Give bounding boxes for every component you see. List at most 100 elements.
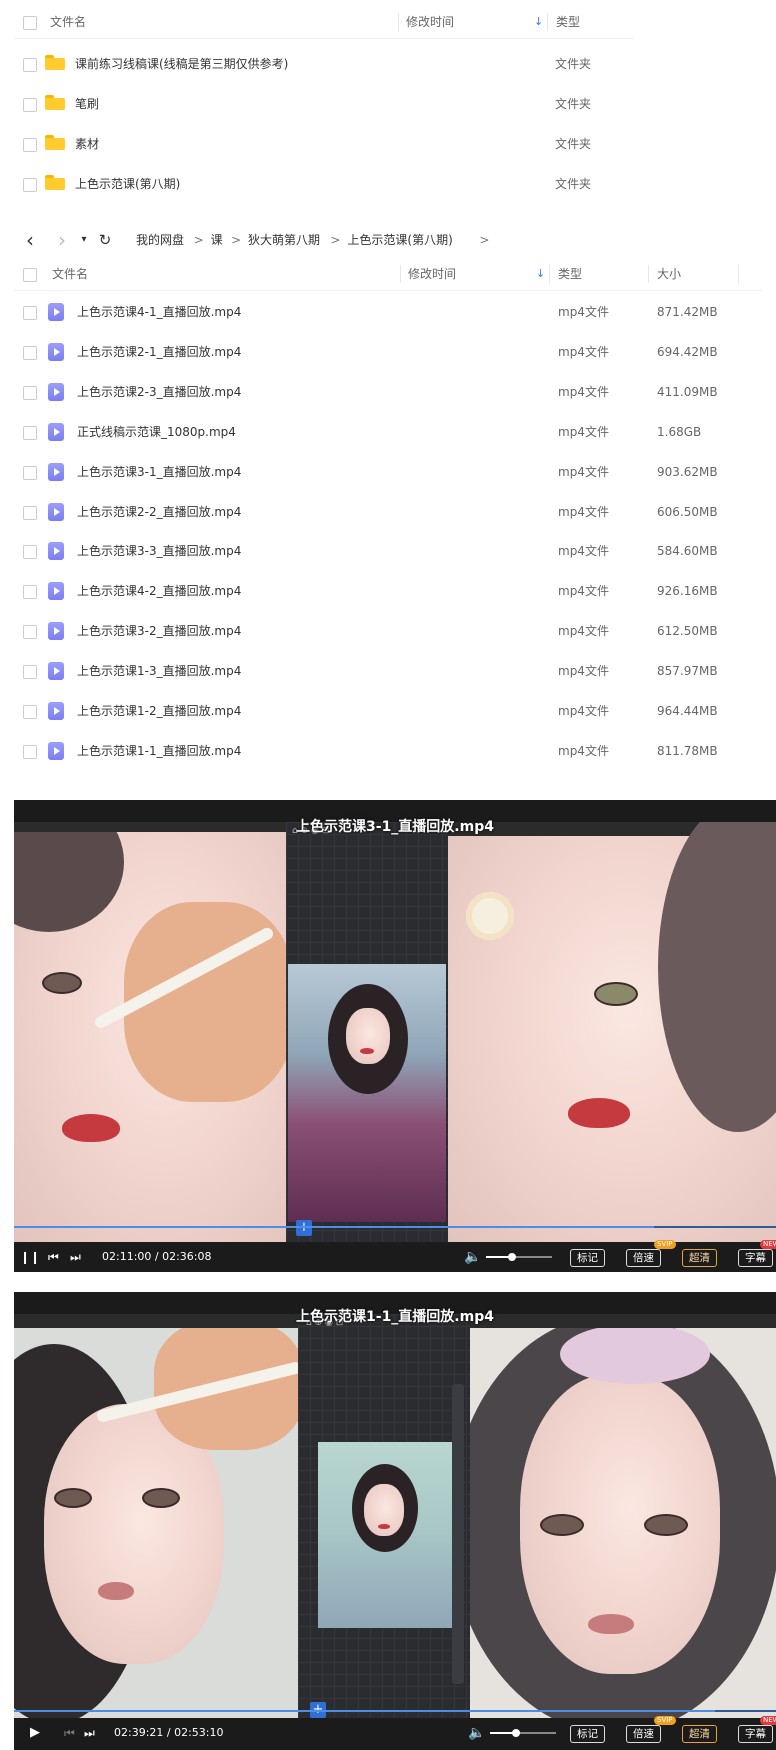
table-row[interactable]: 上色示范课2-1_直播回放.mp4 mp4文件 694.42MB <box>14 332 762 372</box>
sort-desc-icon[interactable]: ↓ <box>534 6 543 38</box>
table-row[interactable]: 正式线稿示范课_1080p.mp4 mp4文件 1.68GB <box>14 412 762 452</box>
file-name[interactable]: 上色示范课3-2_直播回放.mp4 <box>77 611 241 651</box>
next-button[interactable]: ⏭ <box>70 1242 81 1272</box>
file-name[interactable]: 上色示范课1-1_直播回放.mp4 <box>77 731 241 771</box>
file-name[interactable]: 上色示范课2-1_直播回放.mp4 <box>77 332 241 372</box>
speed-button[interactable]: 倍速 <box>626 1725 661 1743</box>
row-checkbox[interactable] <box>23 58 37 72</box>
next-button[interactable]: ⏭ <box>84 1718 95 1748</box>
column-size-header[interactable]: 大小 <box>657 258 681 290</box>
row-checkbox[interactable] <box>23 138 37 152</box>
breadcrumb-separator: > <box>231 233 242 247</box>
file-name[interactable]: 上色示范课(第八期) <box>75 164 180 204</box>
column-modified-header[interactable]: 修改时间 <box>406 6 454 38</box>
file-name[interactable]: 课前练习线稿课(线稿是第三期仅供参考) <box>75 44 288 84</box>
breadcrumb-item[interactable]: 我的网盘 <box>136 225 184 255</box>
table-row[interactable]: 上色示范课1-3_直播回放.mp4 mp4文件 857.97MB <box>14 651 762 691</box>
table-row[interactable]: 上色示范课4-1_直播回放.mp4 mp4文件 871.42MB <box>14 292 762 332</box>
volume-knob[interactable] <box>512 1729 521 1737</box>
row-checkbox[interactable] <box>23 625 37 640</box>
table-row[interactable]: 上色示范课2-2_直播回放.mp4 mp4文件 606.50MB <box>14 492 762 532</box>
new-badge: NEW <box>760 1716 776 1725</box>
reference-photo <box>288 964 446 1222</box>
table-row[interactable]: 上色示范课3-3_直播回放.mp4 mp4文件 584.60MB <box>14 531 762 571</box>
pause-button[interactable]: ❙❙ <box>20 1242 40 1272</box>
play-button[interactable]: ▶ <box>30 1718 40 1748</box>
row-checkbox[interactable] <box>23 306 37 320</box>
column-name-header[interactable]: 文件名 <box>50 6 86 38</box>
file-name[interactable]: 上色示范课2-3_直播回放.mp4 <box>77 372 241 412</box>
row-checkbox[interactable] <box>23 705 37 719</box>
subtitle-button[interactable]: 字幕 <box>738 1725 773 1743</box>
file-name[interactable]: 上色示范课4-1_直播回放.mp4 <box>77 292 241 332</box>
forward-button[interactable]: › <box>54 225 70 255</box>
mark-button[interactable]: 标记 <box>570 1725 605 1743</box>
previous-button[interactable]: ⏮ <box>48 1242 59 1272</box>
volume-icon[interactable]: 🔈 <box>464 1242 481 1272</box>
previous-button[interactable]: ⏮ <box>64 1718 75 1748</box>
file-name[interactable]: 笔刷 <box>75 84 99 124</box>
video-file-icon <box>48 702 64 720</box>
column-modified-header[interactable]: 修改时间 <box>408 258 456 290</box>
back-button[interactable]: ‹ <box>22 225 38 255</box>
refresh-icon[interactable]: ↻ <box>96 225 114 255</box>
player-controls: ❙❙ ⏮ ⏭ 02:11:00 / 02:36:08 🔈 标记 倍速 SVIP … <box>14 1240 776 1272</box>
sort-desc-icon[interactable]: ↓ <box>536 258 545 290</box>
add-layer-icon[interactable]: + <box>296 1220 312 1236</box>
row-checkbox[interactable] <box>23 585 37 600</box>
file-name[interactable]: 上色示范课1-2_直播回放.mp4 <box>77 691 241 731</box>
row-checkbox[interactable] <box>23 465 37 480</box>
column-type-header[interactable]: 类型 <box>558 258 582 290</box>
file-name[interactable]: 上色示范课1-3_直播回放.mp4 <box>77 651 241 691</box>
table-row[interactable]: 上色示范课1-2_直播回放.mp4 mp4文件 964.44MB <box>14 691 762 731</box>
file-type: mp4文件 <box>558 504 609 519</box>
column-type-header[interactable]: 类型 <box>556 6 580 38</box>
row-checkbox[interactable] <box>23 425 37 440</box>
video-player-1[interactable]: 上色示范课3-1_直播回放.mp4 ⌂ ⊕ ◉ ⊡ + ❙❙ ⏮ ⏭ 02:11… <box>14 800 776 1272</box>
table-row[interactable]: 上色示范课3-1_直播回放.mp4 mp4文件 903.62MB <box>14 452 762 492</box>
file-name[interactable]: 上色示范课4-2_直播回放.mp4 <box>77 571 241 611</box>
select-all-checkbox[interactable] <box>23 16 37 30</box>
table-row[interactable]: 上色示范课4-2_直播回放.mp4 mp4文件 926.16MB <box>14 571 762 611</box>
mark-button[interactable]: 标记 <box>570 1249 605 1267</box>
list-item[interactable]: 笔刷 文件夹 <box>14 84 634 124</box>
volume-icon[interactable]: 🔈 <box>468 1718 485 1748</box>
list-item[interactable]: 课前练习线稿课(线稿是第三期仅供参考) 文件夹 <box>14 44 634 84</box>
table-row[interactable]: 上色示范课1-1_直播回放.mp4 mp4文件 811.78MB <box>14 731 762 771</box>
row-checkbox[interactable] <box>23 178 37 192</box>
history-dropdown-icon[interactable]: ▾ <box>78 225 90 255</box>
row-checkbox[interactable] <box>23 665 37 680</box>
row-checkbox[interactable] <box>23 505 37 520</box>
file-type: mp4文件 <box>558 464 609 479</box>
list-item[interactable]: 素材 文件夹 <box>14 124 634 164</box>
progress-bar[interactable] <box>14 1710 776 1712</box>
row-checkbox[interactable] <box>23 98 37 112</box>
video-player-2[interactable]: 上色示范课1-1_直播回放.mp4 ⌂ ⊕ ◉ ⊡ + ▶ ⏮ ⏭ 02:3 <box>14 1292 776 1750</box>
breadcrumb-item[interactable]: 狄大萌第八期 <box>248 225 320 255</box>
file-size: 584.60MB <box>657 544 718 559</box>
quality-button[interactable]: 超清 <box>682 1725 717 1743</box>
file-name[interactable]: 上色示范课2-2_直播回放.mp4 <box>77 492 241 532</box>
row-checkbox[interactable] <box>23 385 37 400</box>
file-name[interactable]: 素材 <box>75 124 99 164</box>
row-checkbox[interactable] <box>23 545 37 560</box>
select-all-checkbox[interactable] <box>23 268 37 282</box>
quality-button[interactable]: 超清 <box>682 1249 717 1267</box>
column-name-header[interactable]: 文件名 <box>52 258 88 290</box>
volume-slider[interactable] <box>486 1253 552 1261</box>
progress-bar[interactable] <box>14 1226 776 1228</box>
volume-slider[interactable] <box>490 1729 556 1737</box>
file-name[interactable]: 上色示范课3-1_直播回放.mp4 <box>77 452 241 492</box>
speed-button[interactable]: 倍速 <box>626 1249 661 1267</box>
subtitle-button[interactable]: 字幕 <box>738 1249 773 1267</box>
volume-knob[interactable] <box>508 1253 517 1261</box>
file-name[interactable]: 正式线稿示范课_1080p.mp4 <box>77 412 236 452</box>
table-row[interactable]: 上色示范课3-2_直播回放.mp4 mp4文件 612.50MB <box>14 611 762 651</box>
breadcrumb-item[interactable]: 课 <box>211 225 223 255</box>
breadcrumb-item[interactable]: 上色示范课(第八期) <box>347 225 452 255</box>
table-row[interactable]: 上色示范课2-3_直播回放.mp4 mp4文件 411.09MB <box>14 372 762 412</box>
file-name[interactable]: 上色示范课3-3_直播回放.mp4 <box>77 531 241 571</box>
row-checkbox[interactable] <box>23 345 37 360</box>
row-checkbox[interactable] <box>23 744 37 759</box>
list-item[interactable]: 上色示范课(第八期) 文件夹 <box>14 164 634 204</box>
